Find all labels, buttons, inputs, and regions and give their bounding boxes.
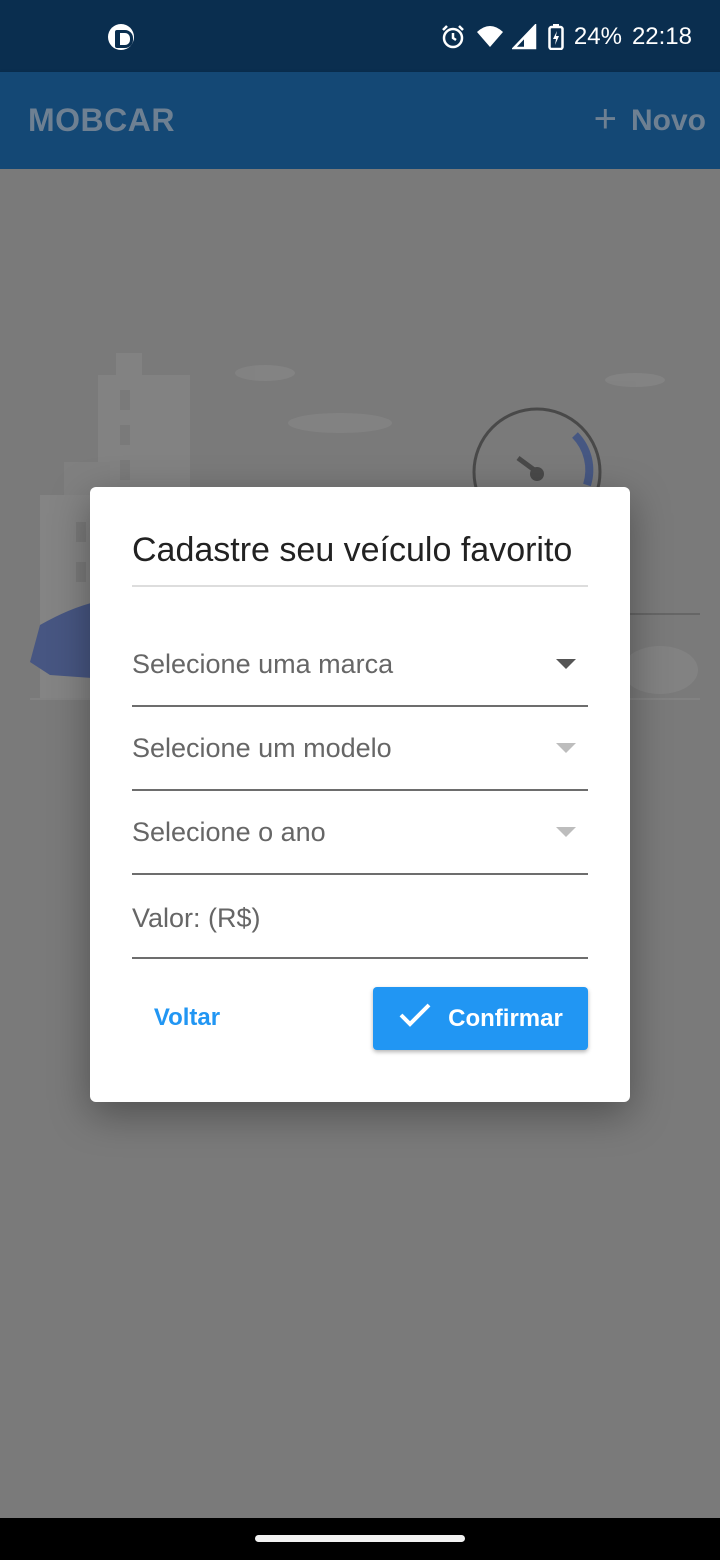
app-screen: 24% 22:18 MOBCAR + Novo Cadastre seu veí… bbox=[0, 0, 720, 1560]
model-dropdown[interactable]: Selecione um modelo bbox=[132, 707, 588, 791]
new-button-label: Novo bbox=[631, 104, 706, 137]
app-bar: MOBCAR + Novo bbox=[0, 72, 720, 169]
signal-icon bbox=[510, 22, 538, 50]
new-vehicle-button[interactable]: + Novo bbox=[586, 94, 706, 148]
brand-dropdown-placeholder: Selecione uma marca bbox=[132, 649, 394, 679]
brand-dropdown[interactable]: Selecione uma marca bbox=[132, 623, 588, 707]
dialog-title: Cadastre seu veículo favorito bbox=[132, 531, 573, 569]
app-title: MOBCAR bbox=[28, 102, 175, 138]
status-bar: 24% 22:18 bbox=[0, 0, 720, 72]
battery-charging-icon bbox=[548, 24, 564, 51]
dropdown-arrow-icon bbox=[556, 659, 576, 669]
battery-percent: 24% bbox=[573, 23, 622, 50]
value-input[interactable] bbox=[132, 893, 588, 943]
check-icon bbox=[398, 1002, 432, 1035]
back-button-label: Voltar bbox=[153, 1004, 221, 1031]
dropdown-arrow-icon bbox=[556, 743, 576, 753]
dropdown-arrow-icon bbox=[556, 827, 576, 837]
clock: 22:18 bbox=[631, 23, 692, 50]
title-divider bbox=[132, 585, 588, 587]
confirm-button[interactable]: Confirmar bbox=[373, 987, 588, 1050]
home-gesture-handle[interactable] bbox=[255, 1535, 465, 1542]
year-dropdown[interactable]: Selecione o ano bbox=[132, 791, 588, 875]
alarm-icon bbox=[440, 24, 466, 50]
year-dropdown-placeholder: Selecione o ano bbox=[132, 817, 326, 847]
app-notification-icon bbox=[108, 24, 134, 50]
system-navigation-bar bbox=[0, 1518, 720, 1560]
add-vehicle-dialog: Cadastre seu veículo favorito Selecione … bbox=[90, 487, 630, 1102]
status-icons: 24% 22:18 bbox=[440, 22, 692, 52]
value-field[interactable] bbox=[132, 875, 588, 959]
back-button[interactable]: Voltar bbox=[132, 987, 242, 1049]
plus-icon: + bbox=[593, 97, 617, 141]
wifi-icon bbox=[476, 24, 503, 50]
confirm-button-label: Confirmar bbox=[448, 1004, 563, 1032]
model-dropdown-placeholder: Selecione um modelo bbox=[132, 733, 392, 763]
